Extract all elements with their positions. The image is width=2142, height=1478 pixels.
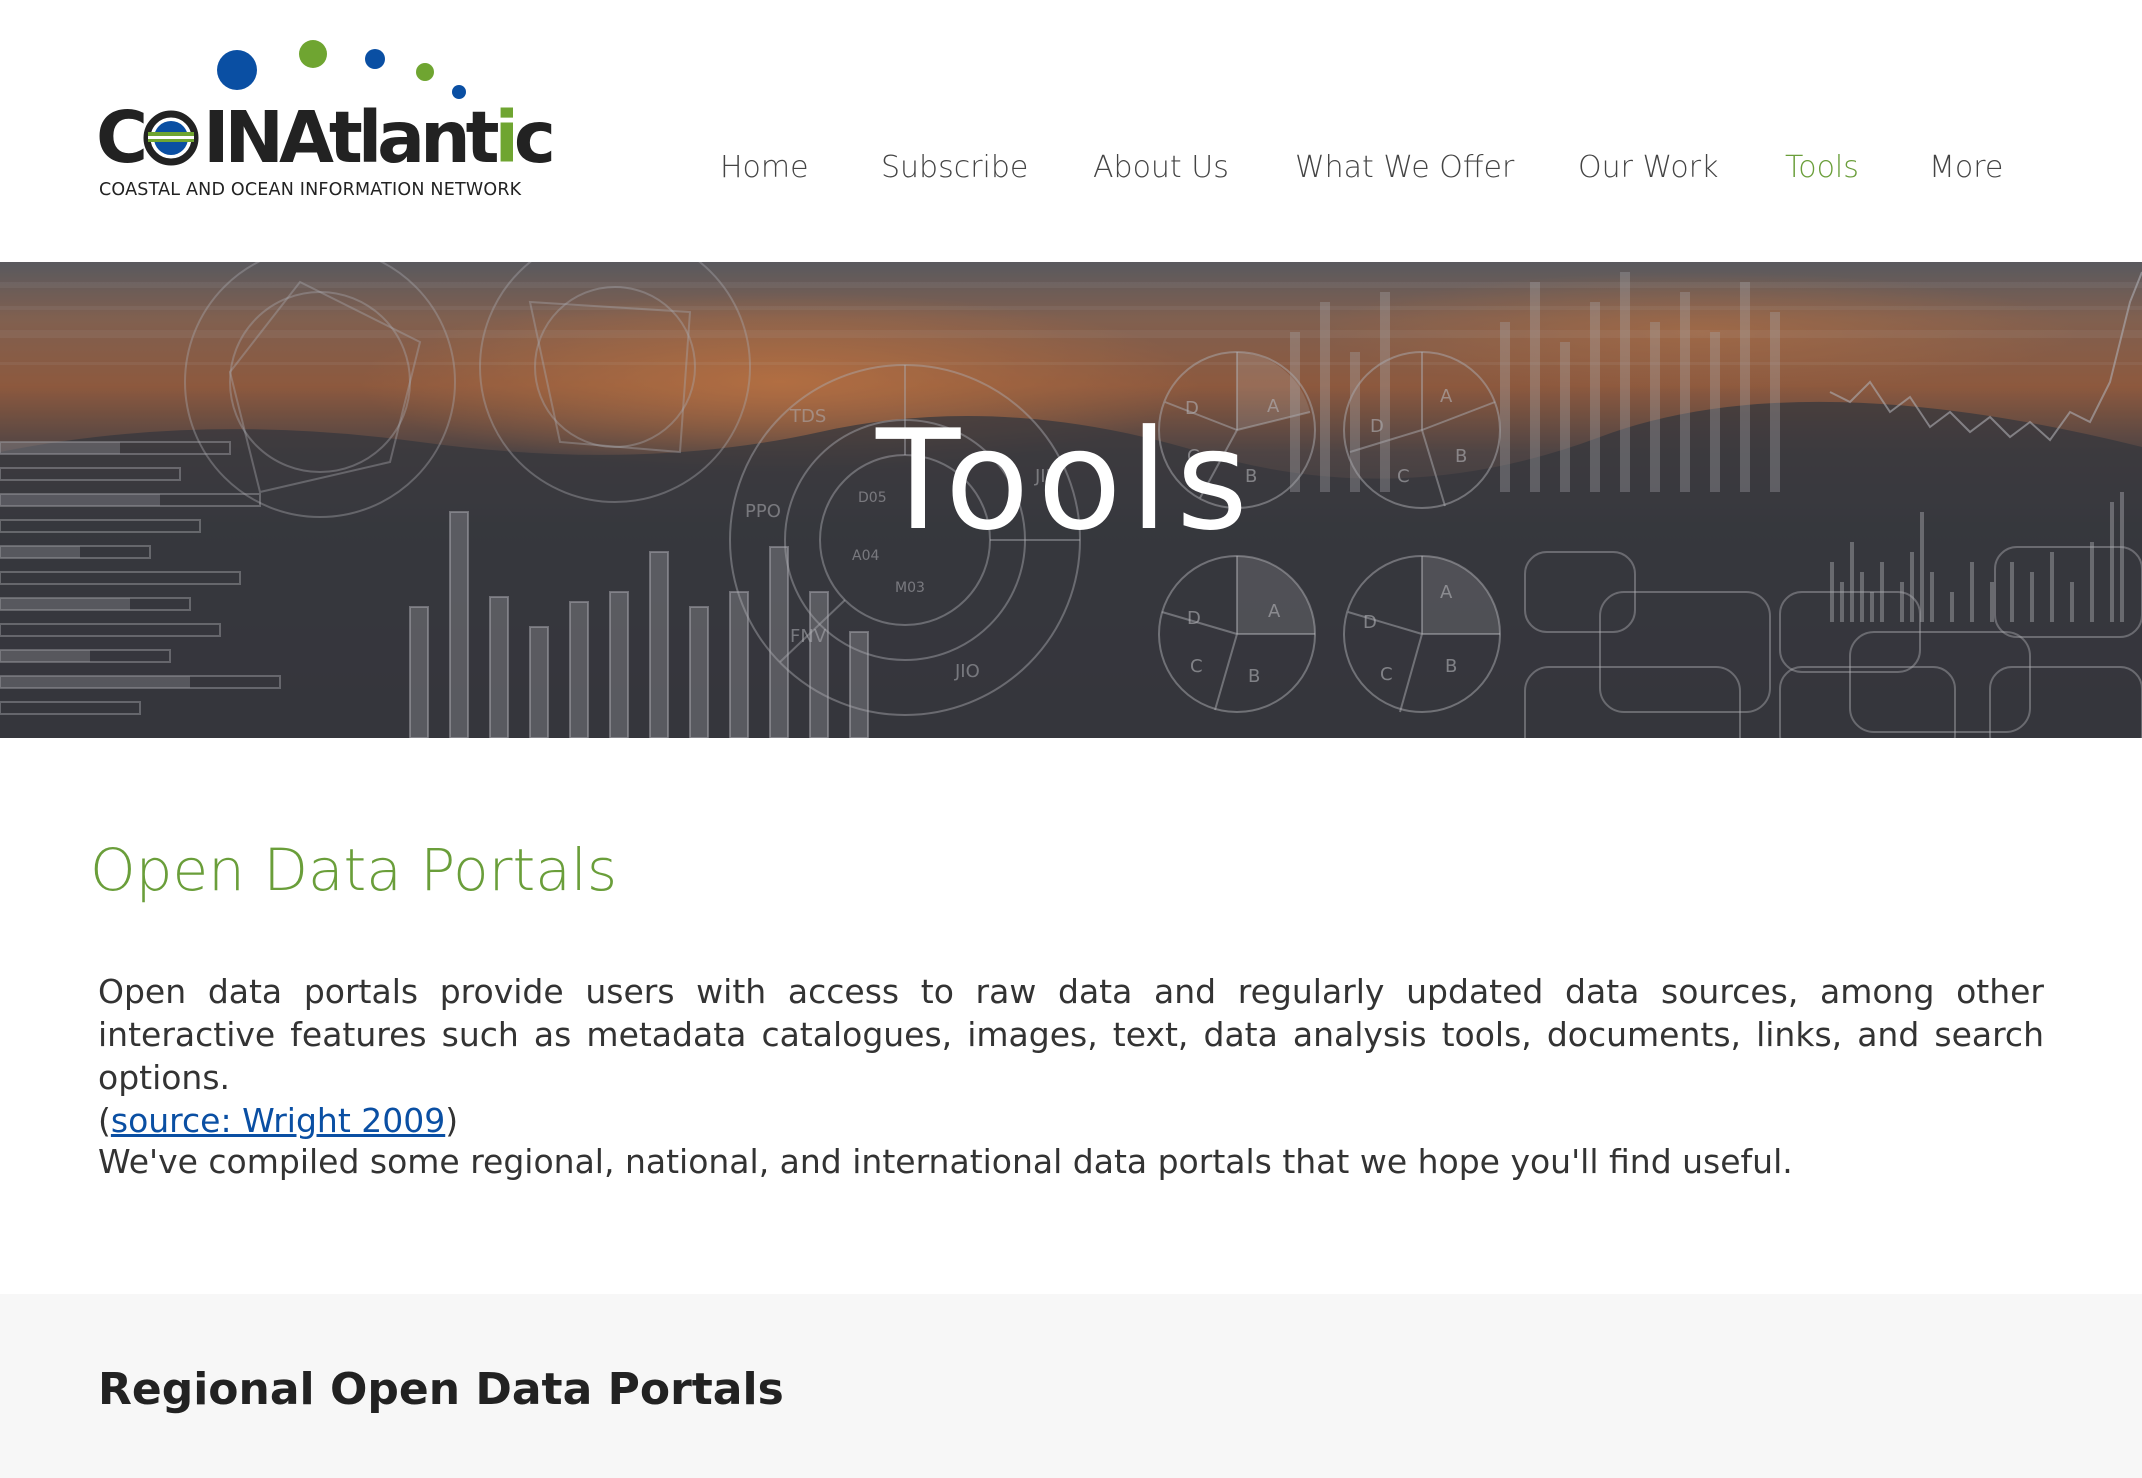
source-paren-open: ( [98, 1101, 111, 1140]
section-title: Open Data Portals [90, 836, 618, 904]
logo-wordmark: C INAtlantic [96, 96, 556, 179]
regional-section: Regional Open Data Portals [0, 1294, 2142, 1478]
hero-banner: TDS PPO JIF FNV JIO D05 A04 M03 A B C D … [0, 262, 2142, 738]
site-header: C INAtlantic COASTAL AND OCEAN INFORMATIO… [0, 0, 2142, 262]
nav-our-work[interactable]: Our Work [1578, 150, 1718, 185]
main-content: Open Data Portals Open data portals prov… [0, 738, 2142, 1294]
nav-about-us[interactable]: About Us [1093, 150, 1229, 185]
coinatlantic-logo[interactable]: C INAtlantic COASTAL AND OCEAN INFORMATIO… [96, 40, 556, 210]
source-citation: (source: Wright 2009) [98, 1099, 2044, 1142]
compiled-paragraph: We've compiled some regional, national, … [98, 1142, 1793, 1181]
hero-title: Tools [876, 400, 1256, 561]
intro-text: Open data portals provide users with acc… [98, 972, 2044, 1097]
nav-home[interactable]: Home [720, 150, 809, 185]
nav-more[interactable]: More [1929, 150, 2003, 185]
nav-what-we-offer[interactable]: What We Offer [1295, 150, 1514, 185]
logo-o-globe-icon [143, 106, 199, 166]
source-link[interactable]: source: Wright 2009 [111, 1101, 445, 1140]
intro-paragraph: Open data portals provide users with acc… [98, 970, 2044, 1142]
logo-tagline: COASTAL AND OCEAN INFORMATION NETWORK [99, 180, 522, 200]
nav-tools[interactable]: Tools [1785, 150, 1859, 185]
regional-title: Regional Open Data Portals [98, 1364, 784, 1415]
nav-subscribe[interactable]: Subscribe [881, 150, 1028, 185]
source-paren-close: ) [445, 1101, 459, 1140]
